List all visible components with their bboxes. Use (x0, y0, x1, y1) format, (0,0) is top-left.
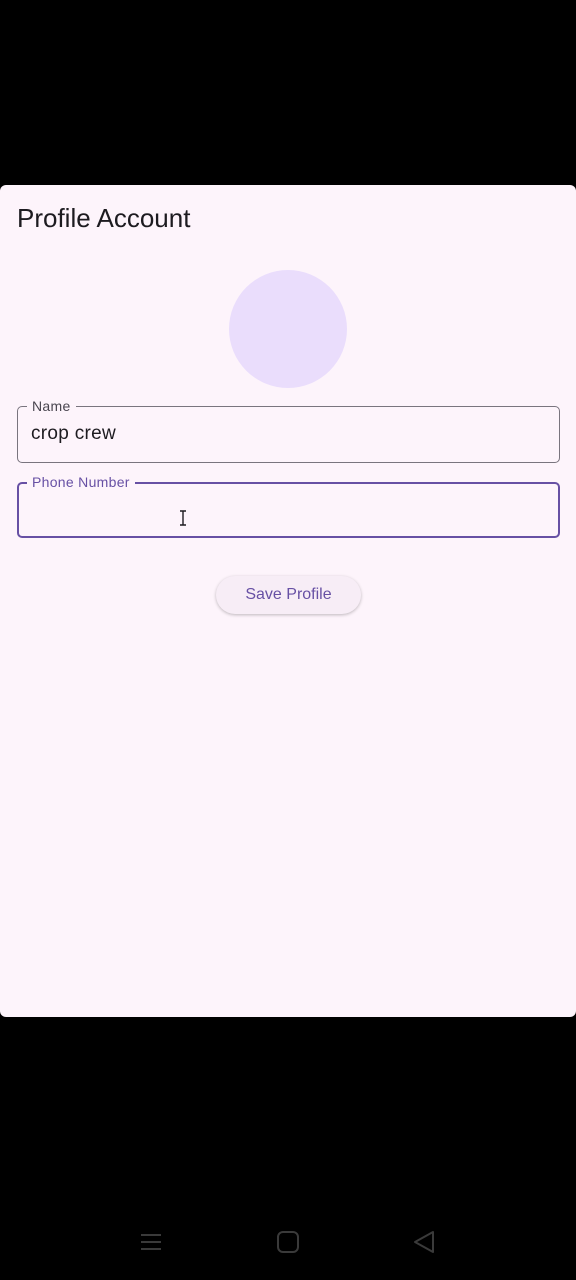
phone-number-field-label: Phone Number (27, 473, 135, 491)
screen: Profile Account Name crop crew Phone Num… (0, 0, 576, 1280)
dialog-title: Profile Account (17, 203, 191, 233)
text-cursor-icon (179, 510, 187, 526)
home-square-icon[interactable] (274, 1228, 302, 1256)
back-triangle-icon[interactable] (410, 1228, 438, 1256)
phone-number-field[interactable]: Phone Number (17, 473, 560, 538)
name-field[interactable]: Name crop crew (17, 397, 560, 463)
name-field-label: Name (27, 397, 76, 415)
name-field-value[interactable]: crop crew (31, 421, 116, 447)
profile-dialog: Profile Account Name crop crew Phone Num… (0, 185, 576, 1017)
menu-icon[interactable] (137, 1228, 165, 1256)
system-nav-bar (0, 1200, 576, 1280)
save-profile-button[interactable]: Save Profile (216, 576, 361, 614)
avatar[interactable] (229, 270, 347, 388)
